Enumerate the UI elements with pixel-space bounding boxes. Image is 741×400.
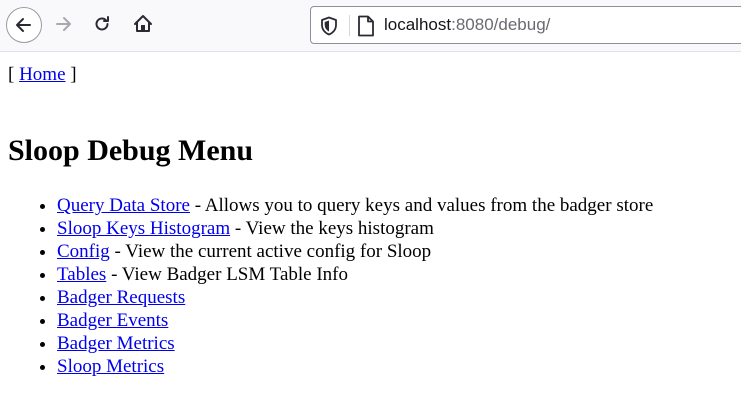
forward-button[interactable]: [47, 8, 79, 40]
url-host: localhost: [384, 15, 452, 34]
menu-item-description: - View the current active config for Slo…: [109, 241, 432, 262]
list-item: Tables - View Badger LSM Table Info: [57, 263, 653, 286]
urlbar-separator: [349, 15, 350, 36]
menu-item-description: - Allows you to query keys and values fr…: [189, 195, 654, 216]
home-link[interactable]: Home: [19, 64, 65, 85]
shield-icon[interactable]: [320, 16, 338, 36]
config-link[interactable]: Config: [57, 241, 110, 262]
query-data-store-link[interactable]: Query Data Store: [57, 195, 190, 216]
badger-metrics-link[interactable]: Badger Metrics: [57, 333, 175, 354]
page-icon[interactable]: [357, 15, 375, 37]
list-item: Badger Requests: [57, 286, 653, 309]
home-button[interactable]: [127, 8, 159, 40]
debug-menu-list: Query Data Store - Allows you to query k…: [0, 194, 653, 378]
breadcrumb-open: [: [8, 64, 15, 85]
list-item: Query Data Store - Allows you to query k…: [57, 194, 653, 217]
list-item: Badger Metrics: [57, 332, 653, 355]
list-item: Badger Events: [57, 309, 653, 332]
breadcrumb-close: ]: [70, 64, 77, 85]
url-path: :8080/debug/: [451, 15, 551, 34]
list-item: Sloop Metrics: [57, 355, 653, 378]
back-button[interactable]: [6, 7, 42, 43]
forward-arrow-icon: [56, 17, 71, 31]
menu-item-description: - View the keys histogram: [230, 218, 434, 239]
reload-button[interactable]: [86, 8, 118, 40]
reload-icon: [95, 16, 109, 31]
list-item: Config - View the current active config …: [57, 240, 653, 263]
menu-item-description: - View Badger LSM Table Info: [106, 264, 348, 285]
badger-events-link[interactable]: Badger Events: [57, 310, 168, 331]
page-title: Sloop Debug Menu: [8, 134, 254, 167]
home-icon: [134, 15, 152, 32]
sloop-metrics-link[interactable]: Sloop Metrics: [57, 356, 164, 377]
badger-requests-link[interactable]: Badger Requests: [57, 287, 185, 308]
browser-toolbar: localhost:8080/debug/: [0, 0, 741, 52]
url-bar[interactable]: localhost:8080/debug/: [310, 6, 741, 44]
url-text[interactable]: localhost:8080/debug/: [384, 15, 550, 35]
list-item: Sloop Keys Histogram - View the keys his…: [57, 217, 653, 240]
tables-link[interactable]: Tables: [57, 264, 106, 285]
breadcrumb: [ Home ]: [8, 64, 77, 86]
sloop-keys-histogram-link[interactable]: Sloop Keys Histogram: [57, 218, 230, 239]
back-arrow-icon: [16, 18, 31, 32]
